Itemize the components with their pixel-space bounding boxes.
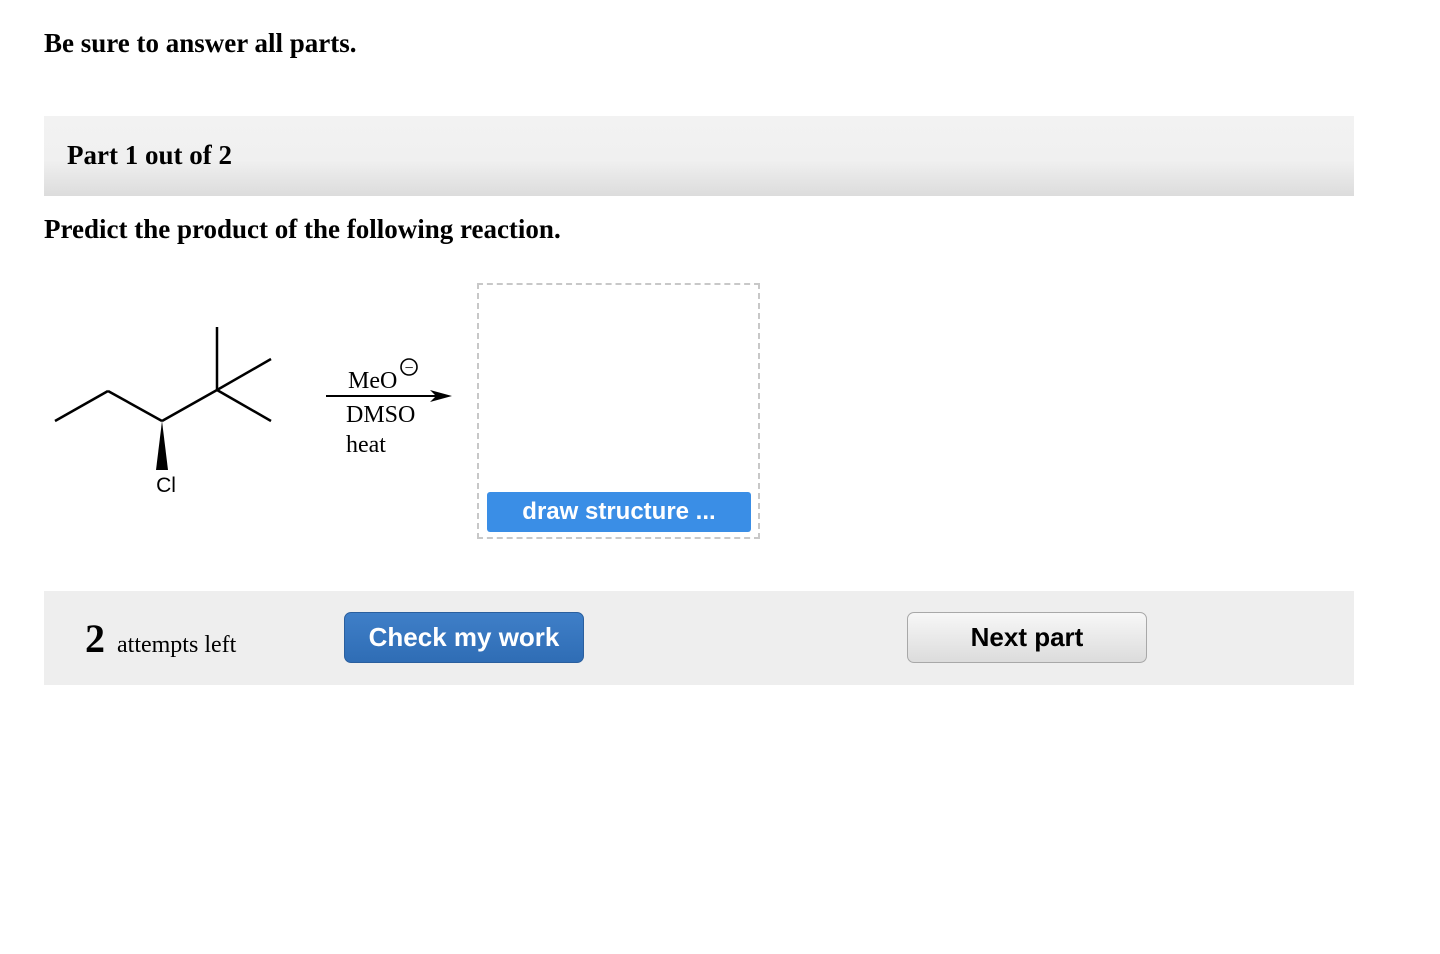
question-text: Predict the product of the following rea… <box>44 214 561 244</box>
reagent-methoxide: MeO <box>348 368 397 394</box>
reactant-molecule: Cl <box>54 327 272 497</box>
reagent-condition: heat <box>346 432 386 458</box>
bond-2 <box>107 389 163 423</box>
wedge-bond <box>156 421 168 470</box>
part-header: Part 1 out of 2 <box>44 116 1354 196</box>
bond-1 <box>54 389 109 423</box>
part-label: Part 1 out of 2 <box>67 140 232 170</box>
next-part-button[interactable]: Next part <box>907 612 1147 663</box>
footer-bar: 2 attempts left Check my work Next part <box>44 591 1354 685</box>
draw-structure-button[interactable]: draw structure ... <box>487 492 751 532</box>
attempts-label: attempts left <box>117 632 237 658</box>
reaction-svg: Cl MeO − DMSO heat <box>54 327 452 497</box>
attempts-count: 2 <box>85 616 105 661</box>
reaction-scheme: Cl MeO − DMSO heat <box>44 280 464 510</box>
attempts-indicator: 2 attempts left <box>85 615 236 662</box>
bond-6 <box>216 388 272 423</box>
reagent-solvent: DMSO <box>346 402 415 428</box>
chlorine-label: Cl <box>156 474 176 497</box>
instruction-text: Be sure to answer all parts. <box>44 28 357 58</box>
bond-5 <box>216 357 272 392</box>
reaction-conditions: MeO − DMSO heat <box>326 358 452 458</box>
charge-symbol: − <box>404 360 413 377</box>
bond-3 <box>161 388 218 423</box>
answer-drop-area[interactable]: draw structure ... <box>477 283 760 539</box>
check-my-work-button[interactable]: Check my work <box>344 612 584 663</box>
